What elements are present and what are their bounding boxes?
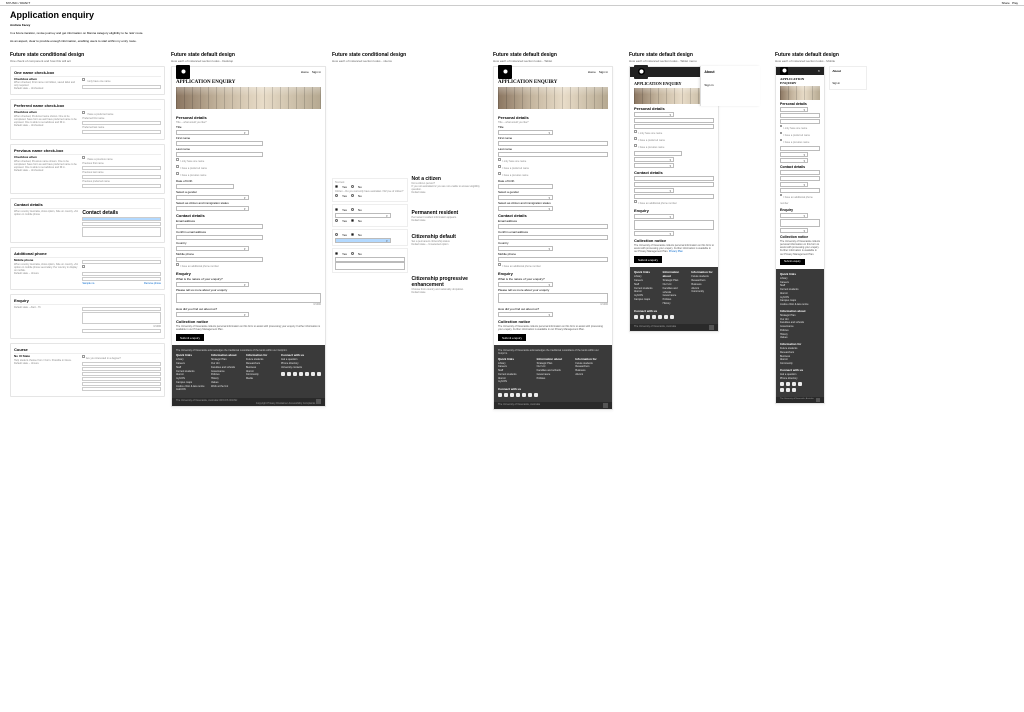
desc-1: In a future iteration, revise journey an… (10, 31, 1014, 35)
spec-addphone: Additional phone Mobile phone When count… (10, 247, 165, 290)
submit-button[interactable]: Submit enquiry (176, 334, 204, 341)
author: Andrew Facey (10, 23, 1014, 27)
dob-input[interactable] (176, 184, 234, 189)
footer: The University of Newcastle acknowledges… (172, 345, 325, 398)
twitter-icon[interactable] (287, 372, 291, 376)
weibo-icon[interactable] (311, 372, 315, 376)
mobile-frame: × APPLICATION ENQUIRY Personal details I… (775, 66, 825, 405)
mobile-drawer: About Sign in (829, 66, 867, 90)
cond-left-1: Text text Yes No Citizen – Do you curren… (332, 178, 408, 202)
uni-logo[interactable] (176, 65, 190, 79)
close-icon[interactable]: × (818, 68, 820, 73)
tablet-frame: HomeSign in APPLICATION ENQUIRY Personal… (493, 66, 613, 411)
col-2-desktop: Future state default design How each of … (171, 52, 326, 411)
drawer-about[interactable]: About (704, 70, 714, 74)
nav-home[interactable]: Home (301, 70, 309, 74)
spec-enquiry: Enquiry Default state – Alert - Hi 0/100… (10, 294, 165, 339)
az-badge (316, 399, 321, 404)
enquiry-textarea[interactable] (176, 293, 321, 303)
spec-onename: One name check-box Checkbox when When ch… (10, 66, 165, 96)
artboard-row: Future state conditional design One chec… (0, 52, 1024, 411)
col-4-tablet: Future state default design How each of … (493, 52, 623, 411)
drawer-signin[interactable]: Sign in (704, 83, 757, 87)
top-actions: Share Play (1002, 1, 1018, 4)
desc-2: As an aspect, clear to provide enough in… (10, 39, 1014, 43)
instagram-icon[interactable] (299, 372, 303, 376)
fname-input[interactable] (176, 141, 263, 146)
uni-logo[interactable] (498, 65, 512, 79)
facebook-icon[interactable] (281, 372, 285, 376)
sample-field (82, 85, 161, 89)
desktop-frame: HomeSign in APPLICATION ENQUIRY Personal… (171, 66, 326, 408)
col-5-tablet-menu: Future state default design How each of … (629, 52, 769, 411)
spec-prevname: Previous name check-box Checkbox when Wh… (10, 144, 165, 194)
play-link[interactable]: Play (1012, 1, 1018, 5)
linkedin-icon[interactable] (293, 372, 297, 376)
hero-image (176, 87, 321, 109)
col-6-mobile: Future state default design How each of … (775, 52, 870, 411)
tiktok-icon[interactable] (317, 372, 321, 376)
page-header: Application enquiry Andrew Facey In a fu… (0, 6, 1024, 52)
share-link[interactable]: Share (1002, 1, 1010, 5)
nav-signin[interactable]: Sign in (312, 70, 321, 74)
spec-course: Course No UI State Help student choose f… (10, 343, 165, 397)
col-1-specs: Future state conditional design One chec… (10, 52, 165, 411)
checkbox-icon (82, 78, 85, 81)
title-select[interactable] (176, 130, 249, 135)
spec-contact: Contact details When country Australia, … (10, 198, 165, 243)
file-path: MYUSIC / DRAFT (6, 1, 30, 4)
page-title: Application enquiry (10, 10, 1014, 20)
lname-input[interactable] (176, 152, 263, 157)
spec-prefname: Preferred name check-box Checkbox when W… (10, 99, 165, 140)
col-title: Future state conditional design (10, 52, 165, 58)
youtube-icon[interactable] (305, 372, 309, 376)
col-3-conditional: Future state conditional design How each… (332, 52, 487, 411)
hero-title: APPLICATION ENQUIRY (172, 77, 325, 85)
col-sub: One check of component and how this will… (10, 59, 165, 63)
menu-drawer: About Sign in (700, 66, 760, 106)
